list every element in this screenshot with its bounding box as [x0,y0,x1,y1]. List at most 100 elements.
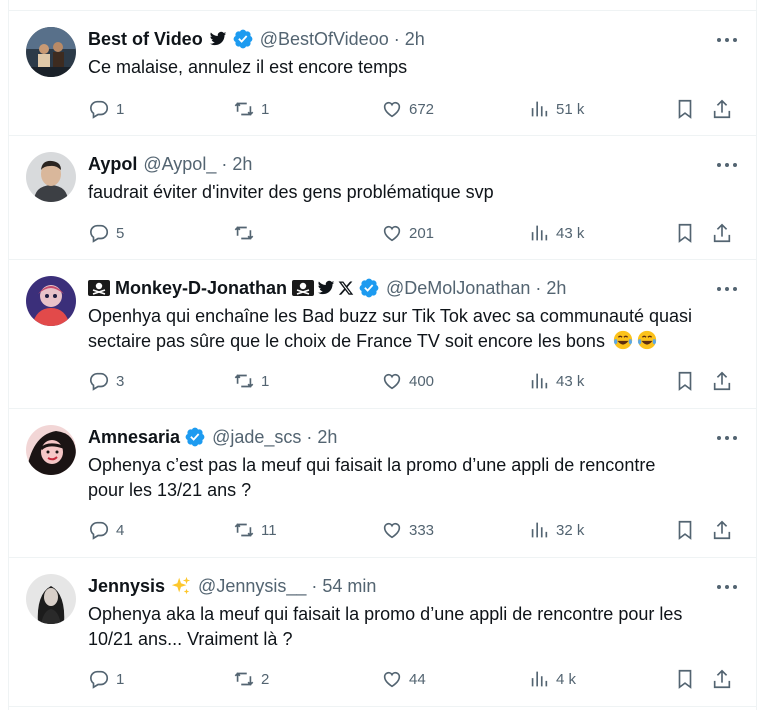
views-chart-icon [531,522,548,538]
views-button[interactable]: 32 k [528,518,584,542]
separator-dot: · [311,576,318,596]
avatar[interactable] [26,276,76,326]
retweet-button[interactable] [233,221,261,245]
bookmark-icon [678,520,692,540]
tweet-header: Amnesaria @jade_scs · 2h [88,425,337,449]
share-icon [713,669,731,689]
reply-count: 3 [116,372,125,390]
author-name[interactable]: Monkey-D-Jonathan [115,276,287,300]
timestamp[interactable]: 2h [405,27,425,51]
tweet-text: Ophenya c’est pas la meuf qui faisait la… [88,453,738,503]
like-button[interactable]: 44 [381,667,426,691]
author-name[interactable]: Jennysis [88,574,165,598]
author-handle[interactable]: @Aypol_ [143,152,216,176]
share-icon [713,520,731,540]
like-button[interactable]: 400 [381,369,434,393]
pirate-flag-icon [292,280,315,296]
tweet-text-line-wrap: sectaire pas sûre que le choix de France… [88,329,738,354]
reply-button[interactable]: 3 [88,369,124,393]
like-button[interactable]: 201 [381,221,434,245]
author-handle[interactable]: @BestOfVideoo [260,27,389,51]
like-button[interactable]: 672 [381,97,434,121]
more-options-icon[interactable] [716,431,738,445]
reply-button[interactable]: 1 [88,97,124,121]
bookmark-button[interactable] [674,518,696,542]
retweet-count: 1 [261,372,270,390]
views-count: 4 k [556,670,577,688]
tweet[interactable]: Best of Video @BestOfVideoo · 2h Ce mala… [9,11,756,136]
retweet-count: 1 [261,100,270,118]
avatar[interactable] [26,425,76,475]
share-button[interactable] [711,369,733,393]
reply-count: 4 [116,521,125,539]
views-button[interactable]: 51 k [528,97,584,121]
separator-dot: · [306,427,313,447]
share-button[interactable] [711,518,733,542]
timestamp[interactable]: 2h [232,152,252,176]
avatar[interactable] [26,152,76,202]
like-count: 333 [409,521,435,539]
reply-button[interactable]: 4 [88,518,124,542]
timestamp[interactable]: 54 min [322,574,376,598]
views-chart-icon [531,671,548,687]
tweet-actions: 1 1 672 51 k [88,97,756,121]
twitter-bird-icon [317,280,335,295]
verified-badge-icon [185,427,205,447]
author-name[interactable]: Best of Video [88,27,203,51]
tweet-text-line: pour les 13/21 ans ? [88,480,252,500]
bookmark-icon [678,99,692,119]
like-button[interactable]: 333 [381,518,434,542]
bookmark-button[interactable] [674,97,696,121]
verified-badge-icon [233,29,253,49]
reply-button[interactable]: 5 [88,221,124,245]
bookmark-button[interactable] [674,221,696,245]
pirate-flag-icon [88,280,110,296]
reply-icon [89,100,109,119]
avatar[interactable] [26,574,76,624]
separator-dot: · [221,154,228,174]
like-count: 44 [409,670,426,688]
tweet-text-line: Ophenya aka la meuf qui faisait la promo… [88,604,683,624]
timestamp[interactable]: 2h [317,425,337,449]
author-name[interactable]: Amnesaria [88,425,180,449]
more-options-icon[interactable] [716,158,738,172]
views-button[interactable]: 43 k [528,221,584,245]
tweet[interactable]: Monkey-D-Jonathan @DeMolJonathan · 2h Op… [9,260,756,409]
author-handle[interactable]: @Jennysis__ [198,574,306,598]
reply-count: 1 [116,670,125,688]
retweet-button[interactable]: 11 [233,518,277,542]
tweet-actions: 3 1 400 43 k [88,369,756,393]
views-button[interactable]: 43 k [528,369,584,393]
heart-icon [383,225,401,242]
retweet-icon [234,374,254,388]
share-button[interactable] [711,667,733,691]
retweet-button[interactable]: 2 [233,667,269,691]
reply-button[interactable]: 1 [88,667,124,691]
heart-icon [383,671,401,688]
views-count: 32 k [556,521,585,539]
verified-badge-icon [359,278,379,298]
heart-icon [383,373,401,390]
share-button[interactable] [711,97,733,121]
reply-count: 5 [116,224,125,242]
author-handle[interactable]: @jade_scs [212,425,301,449]
bookmark-button[interactable] [674,667,696,691]
retweet-button[interactable]: 1 [233,97,269,121]
retweet-button[interactable]: 1 [233,369,269,393]
more-options-icon[interactable] [716,33,738,47]
tweet-header: Best of Video @BestOfVideoo · 2h [88,27,425,51]
more-options-icon[interactable] [716,580,738,594]
bookmark-button[interactable] [674,369,696,393]
more-options-icon[interactable] [716,282,738,296]
author-name[interactable]: Aypol [88,152,137,176]
author-handle[interactable]: @DeMolJonathan [386,276,530,300]
avatar[interactable] [26,27,76,77]
share-button[interactable] [711,221,733,245]
timestamp[interactable]: 2h [546,276,566,300]
views-count: 43 k [556,224,585,242]
views-button[interactable]: 4 k [528,667,576,691]
tweet[interactable]: Jennysis @Jennysis__ · 54 min Ophenya ak… [9,558,756,707]
tweet[interactable]: Aypol @Aypol_ · 2h faudrait éviter d'inv… [9,136,756,260]
tweet[interactable]: Amnesaria @jade_scs · 2h Ophenya c’est p… [9,409,756,558]
retweet-count: 11 [261,521,277,539]
